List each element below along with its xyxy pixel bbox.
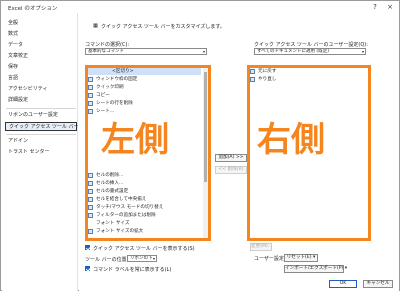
toolbar-position-dropdown[interactable]: リボンの下 ▾	[127, 255, 157, 262]
show-labels-label: コマンド ラベルを常に表示する(L)	[93, 267, 172, 273]
sidebar-item-data[interactable]: データ	[8, 41, 76, 50]
show-toolbar-label: クイック アクセス ツール バーを表示する(S)	[93, 246, 195, 252]
close-icon[interactable]: ×	[384, 2, 396, 12]
sidebar-item-addins[interactable]: アドイン	[8, 137, 76, 146]
sidebar-item-proofing[interactable]: 文章校正	[8, 52, 76, 61]
page-description: クイック アクセス ツール バーをカスタマイズします。	[101, 24, 225, 30]
reset-button[interactable]: リセット(E) ▾	[284, 254, 318, 262]
sidebar-divider	[6, 134, 76, 135]
customize-scope-value: すべてのドキュメントに適用 (既定)	[257, 49, 329, 54]
chevron-down-icon: ▾	[202, 49, 205, 54]
show-toolbar-checkbox[interactable]	[85, 245, 90, 250]
show-labels-checkbox[interactable]	[85, 266, 90, 271]
help-icon[interactable]: ?	[369, 2, 381, 12]
main-panel: ▦ クイック アクセス ツール バーをカスタマイズします。 コマンドの選択(C)…	[79, 13, 399, 291]
sidebar-divider	[6, 108, 76, 109]
sidebar-item-save[interactable]: 保存	[8, 63, 76, 72]
sidebar-item-formulas[interactable]: 数式	[8, 30, 76, 39]
sidebar-item-general[interactable]: 全般	[8, 19, 76, 28]
import-export-button[interactable]: インポート/エクスポート(P) ▾	[284, 265, 347, 273]
ok-button[interactable]: OK	[329, 280, 357, 288]
chevron-down-icon: ▾	[152, 256, 155, 261]
toolbar-icon: ▦	[93, 23, 98, 29]
command-select-value: 基本的なコマンド	[88, 49, 124, 54]
add-button[interactable]: 追加(A) >>	[215, 154, 247, 162]
window-title: Excel のオプション	[8, 6, 58, 12]
command-select-label: コマンドの選択(C):	[85, 42, 130, 48]
toolbar-position-value: リボンの下	[130, 256, 153, 261]
sidebar-item-accessibility[interactable]: アクセシビリティ	[8, 85, 76, 94]
right-overlay-label: 右側	[257, 120, 325, 160]
reset-label: ユーザー設定:	[254, 256, 286, 262]
customize-scope-dropdown[interactable]: すべてのドキュメントに適用 (既定) ▾	[254, 48, 366, 55]
sidebar: 全般 数式 データ 文章校正 保存 言語 アクセシビリティ 詳細設定 リボンのユ…	[2, 13, 79, 291]
command-select-dropdown[interactable]: 基本的なコマンド ▾	[85, 48, 207, 55]
sidebar-item-customize-ribbon[interactable]: リボンのユーザー設定	[8, 111, 76, 120]
sidebar-item-advanced[interactable]: 詳細設定	[8, 96, 76, 105]
modify-button[interactable]: 変更(M)...	[250, 243, 272, 251]
sidebar-item-trust-center[interactable]: トラスト センター	[8, 148, 76, 157]
remove-button[interactable]: << 削除(R)	[215, 166, 247, 174]
title-bar: Excel のオプション ? ×	[1, 1, 399, 13]
chevron-down-icon: ▾	[361, 49, 364, 54]
excel-options-window: Excel のオプション ? × 全般 数式 データ 文章校正 保存 言語 アク…	[0, 0, 400, 291]
sidebar-item-quick-access-toolbar[interactable]: クイック アクセス ツール バー	[5, 122, 79, 131]
customize-scope-label: クイック アクセス ツール バーのユーザー設定(Q):	[254, 42, 368, 48]
cancel-button[interactable]: キャンセル	[363, 280, 393, 288]
left-overlay-label: 左側	[101, 120, 169, 160]
sidebar-item-language[interactable]: 言語	[8, 74, 76, 83]
